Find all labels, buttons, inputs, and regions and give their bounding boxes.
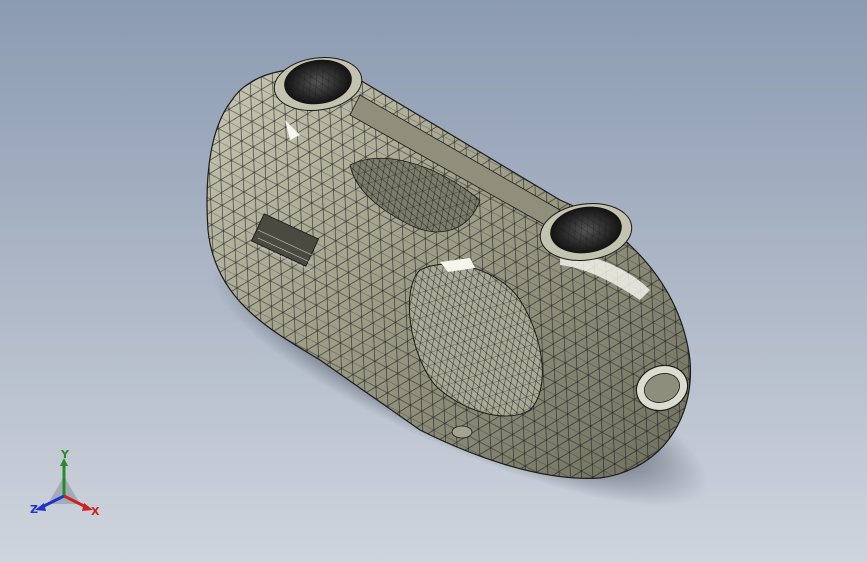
z-axis-label: Z: [30, 503, 38, 516]
graphics-viewport[interactable]: Y Z X: [0, 0, 867, 562]
y-axis-label: Y: [61, 448, 69, 461]
model-view[interactable]: [0, 0, 867, 562]
x-axis-label: X: [91, 505, 100, 518]
underbody-part: [451, 425, 473, 439]
car-model[interactable]: [206, 52, 694, 479]
axis-triad: Y Z X: [26, 446, 106, 526]
